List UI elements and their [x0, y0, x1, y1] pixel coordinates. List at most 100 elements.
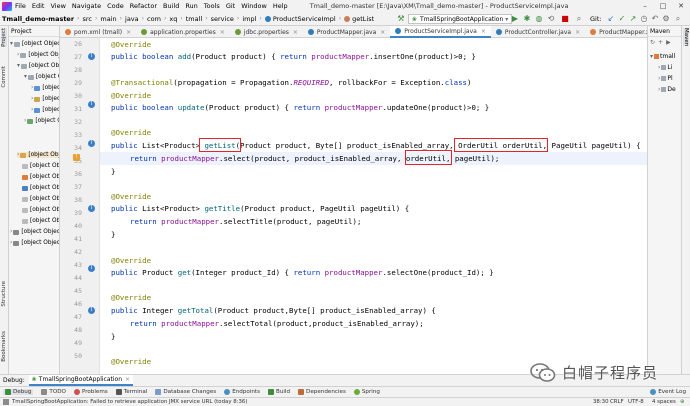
tree-item[interactable]: [object Object]: [22, 196, 59, 202]
menu-build[interactable]: Build: [163, 2, 179, 10]
intention-bulb-icon[interactable]: !: [73, 154, 80, 161]
caret-position[interactable]: 38:30: [593, 399, 609, 405]
tab-commit[interactable]: Commit: [1, 66, 7, 88]
tool-problems[interactable]: Problems: [73, 389, 108, 395]
breadcrumb-project[interactable]: Tmall_demo-master: [2, 15, 74, 23]
tree-item[interactable]: ›[object Object]: [17, 152, 59, 158]
stop-icon[interactable]: ■: [560, 14, 570, 24]
lock-icon[interactable]: ⊕: [680, 399, 685, 405]
tab-structure[interactable]: Structure: [1, 281, 7, 307]
tab-productcontroller-java[interactable]: ProductController.java ×: [491, 26, 585, 38]
tree-item[interactable]: [object Object]: [22, 185, 59, 191]
git-commit-icon[interactable]: ✓: [617, 14, 627, 24]
indent-setting[interactable]: 4 spaces: [652, 399, 676, 405]
tree-item[interactable]: [object Object]: [22, 174, 59, 180]
implements-method-icon[interactable]: I: [88, 265, 95, 272]
maven-lifecycle-item[interactable]: › Li: [658, 64, 672, 71]
breadcrumb-item[interactable]: xq: [169, 15, 177, 23]
close-tab-icon[interactable]: ×: [125, 376, 130, 383]
tool-build[interactable]: Build: [268, 389, 290, 395]
menu-code[interactable]: Code: [107, 2, 124, 10]
implements-method-icon[interactable]: I: [88, 307, 95, 314]
menu-edit[interactable]: Edit: [32, 2, 45, 10]
breadcrumb-item[interactable]: tmall: [186, 15, 202, 23]
implements-method-icon[interactable]: I: [88, 101, 95, 108]
menu-help[interactable]: Help: [273, 2, 288, 10]
tool-database-changes[interactable]: Database Changes: [155, 389, 216, 395]
tree-item[interactable]: ›[object Object]: [24, 118, 59, 124]
tab-productmapper-java[interactable]: ProductMapper.java ×: [303, 26, 390, 38]
implements-method-icon[interactable]: I: [88, 53, 95, 60]
breadcrumb-item[interactable]: main: [100, 15, 116, 23]
settings-icon[interactable]: ⚙: [661, 14, 671, 24]
menu-view[interactable]: View: [50, 2, 65, 10]
tool-endpoints[interactable]: Endpoints: [224, 389, 260, 395]
tree-item[interactable]: ▾[object Object]: [24, 74, 59, 80]
line-separator[interactable]: CRLF: [610, 399, 624, 405]
history-icon[interactable]: ◷: [639, 14, 649, 24]
breadcrumb-item[interactable]: impl: [242, 15, 256, 23]
minimize-icon[interactable]: –: [636, 0, 654, 12]
tree-item[interactable]: ▾[object Object]: [17, 63, 59, 69]
breadcrumb-item[interactable]: getList: [352, 15, 374, 23]
refresh-icon[interactable]: ↻: [650, 39, 655, 48]
hammer-icon[interactable]: ⚒: [396, 14, 406, 24]
coverage-icon[interactable]: ◍: [534, 14, 544, 24]
close-tab-icon[interactable]: ×: [293, 29, 298, 36]
tab-application-properties[interactable]: application.properties ×: [136, 26, 230, 38]
rollback-icon[interactable]: ↶: [650, 14, 660, 24]
menu-refactor[interactable]: Refactor: [130, 2, 157, 10]
profile-icon[interactable]: ⟲: [546, 14, 556, 24]
run-icon[interactable]: ▶: [666, 39, 671, 48]
tab-bookmarks[interactable]: Bookmarks: [1, 331, 7, 362]
file-encoding[interactable]: UTF-8: [628, 399, 644, 405]
close-tab-icon[interactable]: ×: [380, 29, 385, 36]
tool-spring[interactable]: Spring: [353, 389, 380, 395]
run-icon[interactable]: ▶: [510, 14, 520, 24]
git-update-icon[interactable]: ↙: [606, 14, 616, 24]
git-push-icon[interactable]: ↗: [628, 14, 638, 24]
tab-pom-xml[interactable]: pom.xml (tmall) ×: [60, 26, 136, 38]
tool-terminal[interactable]: Terminal: [115, 389, 147, 395]
menu-tools[interactable]: Tools: [204, 2, 220, 10]
search-icon[interactable]: ⌕: [574, 14, 584, 24]
close-tab-icon[interactable]: ×: [481, 28, 486, 35]
breadcrumb-item[interactable]: service: [211, 15, 234, 23]
breadcrumb-item[interactable]: src: [82, 15, 92, 23]
tree-item[interactable]: ›[object Object]: [10, 240, 59, 246]
debug-session-tab[interactable]: ❀ TmallSpringBootApplication ×: [28, 375, 134, 386]
maven-plugins-item[interactable]: › Pl: [658, 75, 673, 82]
maximize-icon[interactable]: □: [654, 0, 672, 12]
tree-item[interactable]: [object Object]: [22, 207, 59, 213]
tool-event-log[interactable]: Event Log: [650, 389, 686, 395]
status-message[interactable]: TmallSpringBootApplication: Failed to re…: [12, 399, 247, 405]
menu-navigate[interactable]: Navigate: [72, 2, 101, 10]
code-editor[interactable]: @Override public boolean add(Product pro…: [100, 38, 647, 374]
tree-item[interactable]: ›[object Object]: [31, 107, 59, 113]
maven-dependencies-item[interactable]: › De: [658, 86, 676, 93]
implements-method-icon[interactable]: I: [88, 140, 95, 147]
close-tab-icon[interactable]: ×: [220, 29, 225, 36]
tree-item[interactable]: ›[object Object]: [10, 229, 59, 235]
menu-window[interactable]: Window: [241, 2, 267, 10]
tool-todo[interactable]: TODO: [41, 389, 66, 395]
add-icon[interactable]: +: [658, 39, 663, 48]
tab-maven[interactable]: Maven: [683, 28, 689, 47]
tab-jdbc-properties[interactable]: jdbc.properties ×: [230, 26, 303, 38]
tree-item[interactable]: ›[object Object]: [31, 96, 59, 102]
tool-debug[interactable]: Debug: [3, 389, 34, 395]
tab-productserviceimpl-java[interactable]: ProductServiceImpl.java ×: [390, 26, 491, 38]
tree-item[interactable]: ▾[object Object]: [10, 41, 59, 47]
close-icon[interactable]: ✕: [672, 0, 690, 12]
tree-item[interactable]: [object Object]: [22, 163, 59, 169]
debug-icon[interactable]: ✱: [522, 14, 532, 24]
breadcrumb-item[interactable]: java: [125, 15, 139, 23]
implements-method-icon[interactable]: I: [88, 205, 95, 212]
menu-git[interactable]: Git: [226, 2, 235, 10]
menu-run[interactable]: Run: [185, 2, 197, 10]
breadcrumb-item[interactable]: com: [147, 15, 161, 23]
breadcrumb-item[interactable]: ProductServiceImpl: [273, 15, 336, 23]
tool-dependencies[interactable]: Dependencies: [298, 389, 346, 395]
run-config-select[interactable]: ❀ TmallSpringBootApplication ▾: [408, 14, 513, 24]
tree-item[interactable]: ›[object Object]: [31, 85, 59, 91]
